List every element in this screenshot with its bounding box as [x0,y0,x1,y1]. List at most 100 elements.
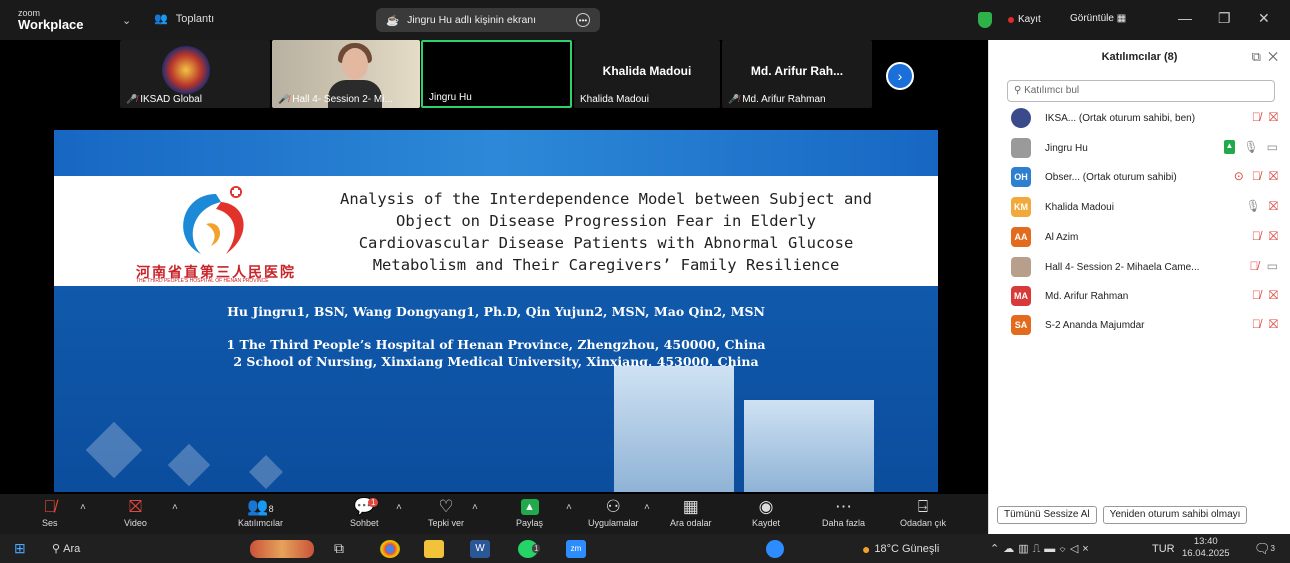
participant-row[interactable]: Jingru Hu ▲ 🎙 ▭ [989,136,1290,160]
video-off-icon[interactable]: ⛝ [1269,199,1278,214]
popout-icon[interactable]: ⧉ [1252,49,1261,64]
chevron-up-icon[interactable]: ˄ [396,502,402,513]
breakout-button[interactable]: ▦ Ara odalar [670,496,712,528]
video-icon[interactable]: ▭ [1267,140,1278,154]
share-button[interactable]: ▲ Paylaş [516,496,543,528]
participant-row[interactable]: KM Khalida Madoui 🎙 ⛝ [989,195,1290,219]
meeting-info-button[interactable]: 👥 Toplantı [154,12,214,26]
record-button[interactable]: ◉ Kaydet [752,496,780,528]
task-view-icon[interactable]: ⧉ [334,538,344,559]
video-tile-hall4[interactable]: 🎤̸ Hall 4- Session 2- Mi... [272,40,420,108]
video-off-icon[interactable]: ⛝ [1269,317,1278,332]
video-button[interactable]: ⛝ Video [124,496,147,528]
video-tile-khalida[interactable]: Khalida Madoui Khalida Madoui [574,40,720,108]
mic-off-icon[interactable]: 🎙̸ [1252,169,1261,184]
mic-off-icon[interactable]: 🎙̸ [1252,110,1261,125]
building-image [614,366,734,492]
close-icon[interactable]: ✕ [1268,49,1278,64]
tile-name-text: IKSAD Global [140,94,202,105]
mic-icon[interactable]: 🎙 [1243,140,1258,154]
tile-name: Khalida Madoui [580,94,649,105]
notification-icon[interactable]: 🗨 3 [1254,538,1275,559]
mic-off-icon[interactable]: 🎙̸ [1252,229,1261,244]
chevron-down-icon[interactable]: ⌄ [122,14,131,27]
search-highlight-image[interactable] [250,538,314,559]
video-tile-jingru[interactable]: Jingru Hu [421,40,572,108]
video-off-icon[interactable]: ⛝ [1269,229,1278,244]
participant-row[interactable]: IKSA... (Ortak oturum sahibi, ben) 🎙̸ ⛝ [989,106,1290,130]
reclaim-host-button[interactable]: Yeniden oturum sahibi olmayı [1102,506,1248,524]
avatar: SA [1011,315,1031,335]
security-shield-icon[interactable] [978,12,992,28]
windows-start-icon[interactable]: ⊞ [14,538,26,559]
slide-affiliations: 1 The Third People’s Hospital of Henan P… [54,336,938,370]
leave-icon: ⍈ [917,497,929,516]
participant-row[interactable]: AA Al Azim 🎙̸ ⛝ [989,225,1290,249]
record-label: Kaydet [752,518,781,528]
chevron-up-icon[interactable]: ˄ [172,502,178,513]
mic-off-icon[interactable]: 🎙̸ [1250,259,1259,273]
minimize-icon[interactable]: — [1178,10,1192,26]
mute-all-button[interactable]: Tümünü Sessize Al [997,506,1097,524]
chevron-up-icon[interactable]: ˄ [80,502,86,513]
video-icon[interactable]: ▭ [1267,259,1278,273]
zoom-app-icon[interactable]: zm [566,538,586,559]
video-off-icon[interactable]: ⛝ [1269,288,1278,303]
participant-search-input[interactable]: ⚲ Katılımcı bul [1007,80,1275,102]
participants-button[interactable]: 👥8 Katılımcılar [238,496,283,528]
audio-button[interactable]: 🎙̸ Ses [42,496,58,528]
notification-count: 3 [1270,544,1275,553]
more-options-icon[interactable]: ••• [576,13,590,27]
more-button[interactable]: ⋯ Daha fazla [822,496,865,528]
recording-icon: ⊙ [1233,169,1244,183]
participant-row[interactable]: Hall 4- Session 2- Mihaela Came... 🎙̸ ▭ [989,255,1290,279]
clock[interactable]: 13:40 16.04.2025 [1182,536,1230,560]
reactions-label: Tepki ver [428,518,465,528]
mic-off-icon[interactable]: 🎙̸ [1252,288,1261,303]
mic-off-icon: 🎤̸ [278,94,290,104]
system-tray-icons[interactable]: ⌃☁▥⎍▬⌔◁× [990,538,1093,559]
view-button[interactable]: Görüntüle ▦ [1070,13,1126,24]
avatar [1011,138,1031,158]
video-off-icon[interactable]: ⛝ [1269,169,1278,184]
next-page-button[interactable]: › [886,62,914,90]
video-tile-iksad[interactable]: 🎤̸ IKSAD Global [120,40,270,108]
file-explorer-icon[interactable] [424,538,444,559]
mic-icon[interactable]: 🎙 [1246,199,1261,214]
chat-button[interactable]: 💬 1 Sohbet [350,496,379,528]
restore-icon[interactable]: ❐ [1218,10,1231,27]
reactions-button[interactable]: ♡ Tepki ver [428,496,464,528]
help-icon[interactable] [766,538,784,559]
screen-share-indicator[interactable]: ☕ Jingru Hu adlı kişinin ekranı ••• [376,8,600,32]
participant-row[interactable]: OH Obser... (Ortak oturum sahibi) ⊙ 🎙̸ ⛝ [989,165,1290,189]
chrome-icon[interactable] [380,538,400,559]
grid-icon: ▦ [682,497,699,516]
chevron-up-icon[interactable]: ˄ [472,502,478,513]
participant-status: 🎙̸ ⛝ [1252,229,1278,244]
taskbar-search[interactable]: ⚲ Ara [52,538,80,559]
decor-shard [249,455,283,489]
video-off-icon[interactable]: ⛝ [1269,110,1278,125]
affiliation-line: 1 The Third People’s Hospital of Henan P… [226,337,766,352]
participant-row[interactable]: SA S-2 Ananda Majumdar 🎙̸ ⛝ [989,313,1290,337]
share-arrow-icon: ▲ [520,499,539,515]
chevron-up-icon[interactable]: ˄ [566,502,572,513]
word-icon[interactable]: W [470,538,490,559]
record-indicator[interactable]: Kayıt [1008,14,1041,25]
participant-name: Md. Arifur Rahman [1045,290,1129,302]
whatsapp-icon[interactable]: 1 [518,538,541,559]
tile-name: 🎤̸ Md. Arifur Rahman [728,94,826,105]
apps-button[interactable]: ⚇ Uygulamalar [588,496,639,528]
participant-row[interactable]: MA Md. Arifur Rahman 🎙̸ ⛝ [989,284,1290,308]
close-icon[interactable]: ✕ [1258,10,1270,27]
weather-widget[interactable]: ● 18°C Güneşli [862,538,939,559]
chevron-up-icon[interactable]: ˄ [644,502,650,513]
video-tile-arifur[interactable]: Md. Arifur Rah... 🎤̸ Md. Arifur Rahman [722,40,872,108]
language-indicator[interactable]: TUR [1152,538,1175,559]
title-line: Metabolism and Their Caregivers’ Family … [372,256,840,274]
weather-text: 18°C Güneşli [874,542,940,555]
mic-off-icon[interactable]: 🎙̸ [1252,317,1261,332]
leave-button[interactable]: ⍈ Odadan çık [900,496,946,528]
slide-top-band [54,130,938,176]
brand-bottom: Workplace [18,17,84,32]
